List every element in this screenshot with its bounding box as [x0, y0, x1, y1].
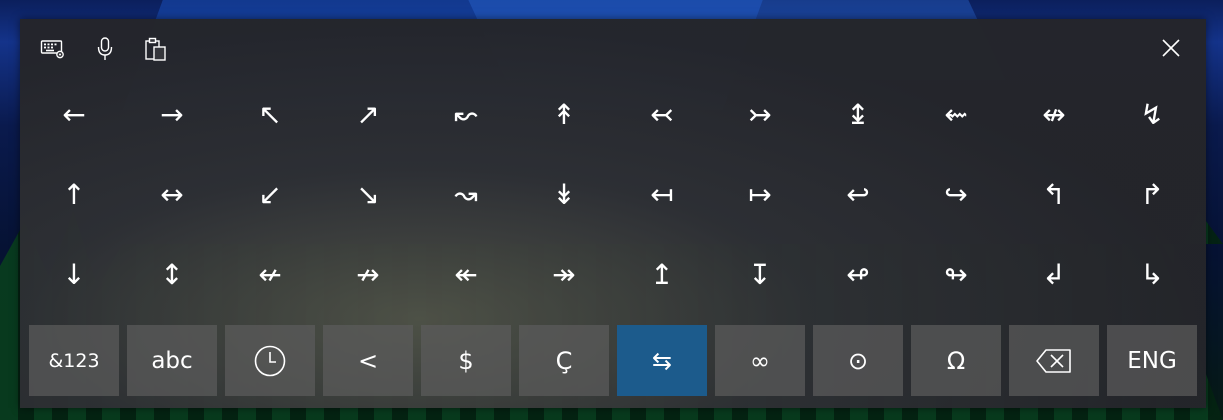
symbol-key[interactable]: ↢ [613, 75, 711, 155]
symbol-key[interactable]: ↟ [515, 75, 613, 155]
clock-icon [254, 345, 286, 376]
symbol-key[interactable]: ↣ [711, 75, 809, 155]
touch-keyboard-panel: ← → ↖ ↗ ↜ ↟ ↢ ↣ ↨ ⇜ ↮ ↯ ↑ ↔ ↙ ↘ ↝ ↡ ↤ ↦ … [20, 19, 1206, 408]
symbol-key[interactable]: ↧ [711, 235, 809, 315]
language-key[interactable]: ENG [1107, 325, 1197, 396]
symbol-key[interactable]: ↦ [711, 155, 809, 235]
keyboard-settings-icon [40, 40, 64, 59]
symbol-key[interactable]: ⇜ [907, 75, 1005, 155]
symbol-key[interactable]: ↪ [907, 155, 1005, 235]
symbol-category-accented-key[interactable]: Ç [519, 325, 609, 396]
category-row: &123 abc < $ Ç ⇆ ∞ ⊙ Ω ENG [29, 325, 1197, 396]
symbol-key[interactable]: ↯ [1103, 75, 1201, 155]
symbol-key[interactable]: ↩ [809, 155, 907, 235]
symbol-key[interactable]: ↨ [809, 75, 907, 155]
symbol-key[interactable]: ↤ [613, 155, 711, 235]
letters-key[interactable]: abc [127, 325, 217, 396]
symbol-key[interactable]: ↔ [123, 155, 221, 235]
recent-clock-key[interactable] [225, 325, 315, 396]
symbol-key[interactable]: ↜ [417, 75, 515, 155]
numbers-key[interactable]: &123 [29, 325, 119, 396]
symbol-category-misc-key[interactable]: ⊙ [813, 325, 903, 396]
backspace-key[interactable] [1009, 325, 1099, 396]
symbol-key[interactable]: ↙ [221, 155, 319, 235]
symbol-category-lt-key[interactable]: < [323, 325, 413, 396]
symbol-key[interactable]: ↑ [25, 155, 123, 235]
symbol-key[interactable]: ↱ [1103, 155, 1201, 235]
symbol-key[interactable]: ↛ [319, 235, 417, 315]
symbol-key[interactable]: ↕ [123, 235, 221, 315]
symbol-key[interactable]: ↫ [809, 235, 907, 315]
clipboard-icon [145, 37, 166, 61]
symbol-key[interactable]: ↘ [319, 155, 417, 235]
symbol-key[interactable]: ↖ [221, 75, 319, 155]
symbol-key[interactable]: ↮ [1005, 75, 1103, 155]
symbol-key[interactable]: ↰ [1005, 155, 1103, 235]
symbol-key[interactable]: → [123, 75, 221, 155]
symbol-category-math-key[interactable]: ∞ [715, 325, 805, 396]
symbol-key[interactable]: ↞ [417, 235, 515, 315]
symbol-key[interactable]: ← [25, 75, 123, 155]
desktop-background: ← → ↖ ↗ ↜ ↟ ↢ ↣ ↨ ⇜ ↮ ↯ ↑ ↔ ↙ ↘ ↝ ↡ ↤ ↦ … [0, 0, 1223, 420]
symbol-key[interactable]: ↥ [613, 235, 711, 315]
symbol-key[interactable]: ↳ [1103, 235, 1201, 315]
close-button[interactable] [1156, 33, 1186, 63]
backspace-icon [1036, 348, 1071, 373]
microphone-icon[interactable] [90, 34, 120, 64]
symbol-key[interactable]: ↡ [515, 155, 613, 235]
symbol-key[interactable]: ↬ [907, 235, 1005, 315]
symbol-category-arrows-key[interactable]: ⇆ [617, 325, 707, 396]
close-icon [1162, 39, 1180, 57]
clipboard-icon[interactable] [141, 34, 171, 64]
symbol-key[interactable]: ↲ [1005, 235, 1103, 315]
symbol-key[interactable]: ↚ [221, 235, 319, 315]
symbol-category-greek-key[interactable]: Ω [911, 325, 1001, 396]
keyboard-settings-icon[interactable] [38, 34, 68, 64]
symbol-key[interactable]: ↗ [319, 75, 417, 155]
symbol-grid: ← → ↖ ↗ ↜ ↟ ↢ ↣ ↨ ⇜ ↮ ↯ ↑ ↔ ↙ ↘ ↝ ↡ ↤ ↦ … [25, 75, 1201, 315]
symbol-key[interactable]: ↝ [417, 155, 515, 235]
symbol-key[interactable]: ↓ [25, 235, 123, 315]
symbol-key[interactable]: ↠ [515, 235, 613, 315]
symbol-category-currency-key[interactable]: $ [421, 325, 511, 396]
microphone-icon [97, 37, 113, 60]
